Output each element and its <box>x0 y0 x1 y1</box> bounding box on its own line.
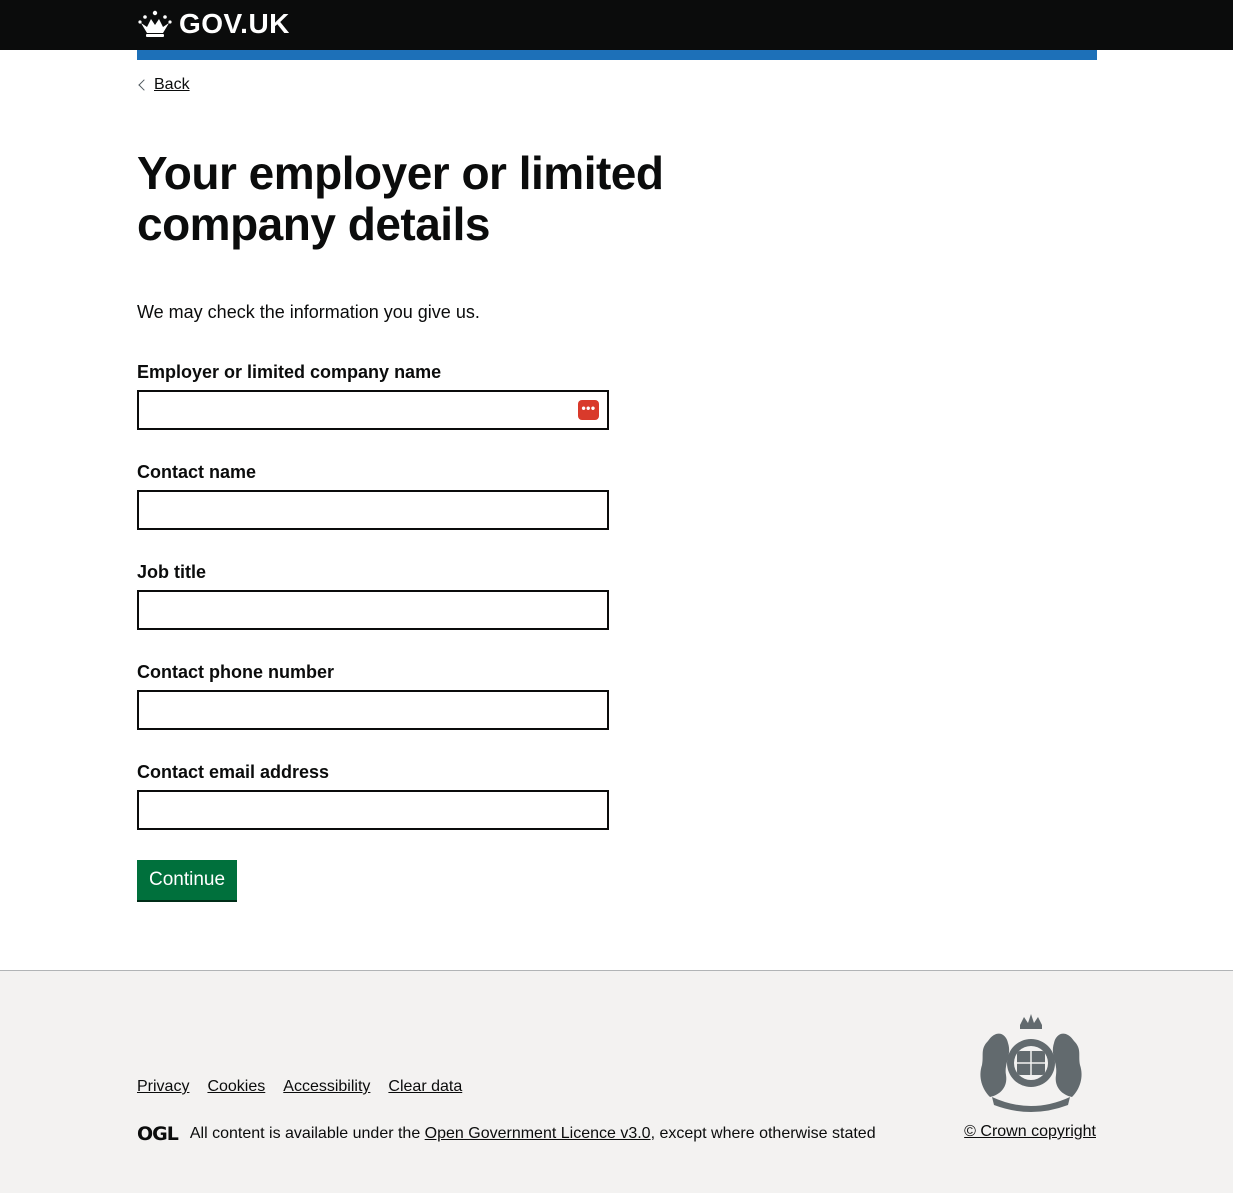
contact-phone-group: Contact phone number <box>137 660 609 730</box>
page-title: Your employer or limited company details <box>137 147 664 250</box>
footer-link-privacy[interactable]: Privacy <box>137 1078 189 1096</box>
contact-email-input[interactable] <box>137 790 609 830</box>
employer-name-label: Employer or limited company name <box>137 362 442 382</box>
header-accent-bar <box>137 50 1097 60</box>
contact-email-label: Contact email address <box>137 762 330 782</box>
chevron-left-icon <box>138 79 150 91</box>
crown-copyright-link[interactable]: © Crown copyright <box>964 1123 1096 1141</box>
licence-prefix: All content is available under the <box>189 1125 425 1142</box>
employer-name-input[interactable] <box>137 390 609 430</box>
licence-link[interactable]: Open Government Licence v3.0 <box>425 1125 651 1142</box>
page-lede: We may check the information you give us… <box>137 302 480 322</box>
footer-link-clear-data[interactable]: Clear data <box>388 1078 462 1096</box>
job-title-label: Job title <box>137 562 207 582</box>
job-title-input[interactable] <box>137 590 609 630</box>
contact-name-label: Contact name <box>137 462 257 482</box>
job-title-group: Job title <box>137 560 609 630</box>
footer-link-accessibility[interactable]: Accessibility <box>283 1078 370 1096</box>
govuk-home-link[interactable]: GOV.UK <box>137 8 290 40</box>
licence-statement: OGL All content is available under the O… <box>137 1123 876 1145</box>
employer-name-wrapper: ••• <box>137 390 609 430</box>
licence-suffix: , except where otherwise stated <box>650 1125 876 1142</box>
contact-phone-input[interactable] <box>137 690 609 730</box>
footer-links: Privacy Cookies Accessibility Clear data <box>137 1078 462 1096</box>
licence-text: All content is available under the Open … <box>190 1125 876 1143</box>
contact-name-group: Contact name <box>137 460 609 530</box>
back-link[interactable]: Back <box>154 76 190 94</box>
continue-button[interactable]: Continue <box>137 860 238 900</box>
site-footer: Privacy Cookies Accessibility Clear data… <box>0 970 1233 1193</box>
contact-phone-label: Contact phone number <box>137 662 334 682</box>
brand-wordmark: GOV.UK <box>179 8 290 39</box>
royal-coat-of-arms-icon <box>980 1014 1082 1112</box>
contact-name-input[interactable] <box>137 490 609 530</box>
contact-email-group: Contact email address <box>137 760 609 830</box>
back-link-wrapper[interactable]: Back <box>137 76 190 94</box>
site-header: GOV.UK <box>0 0 1233 50</box>
crown-icon <box>138 10 172 37</box>
autofill-dots-icon[interactable]: ••• <box>578 400 599 420</box>
employer-name-group: Employer or limited company name ••• <box>137 360 609 430</box>
ogl-logo-icon: OGL <box>137 1123 179 1145</box>
footer-link-cookies[interactable]: Cookies <box>207 1078 265 1096</box>
